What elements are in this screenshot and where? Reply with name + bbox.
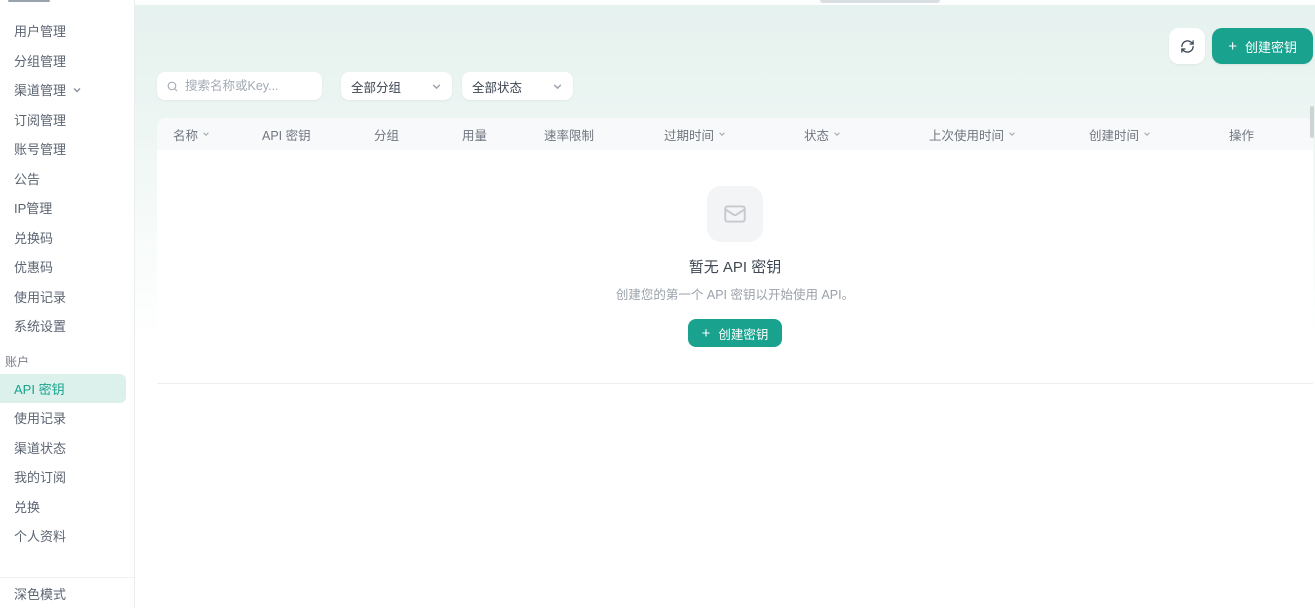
table-empty-state: 暂无 API 密钥 创建您的第一个 API 密钥以开始使用 API。 + 创建密… bbox=[157, 150, 1313, 384]
sidebar-item-label: 用户管理 bbox=[14, 21, 66, 40]
vertical-scrollbar-thumb[interactable] bbox=[1310, 106, 1314, 138]
empty-state-title: 暂无 API 密钥 bbox=[689, 256, 782, 277]
sidebar-item-api-keys[interactable]: API 密钥 bbox=[0, 374, 126, 404]
sidebar-item-label: 账号管理 bbox=[14, 139, 66, 158]
column-label: 速率限制 bbox=[544, 125, 594, 144]
column-label: 过期时间 bbox=[664, 125, 714, 144]
sidebar-item-redeem[interactable]: 兑换 bbox=[0, 492, 134, 522]
sidebar-item-system-settings[interactable]: 系统设置 bbox=[0, 311, 134, 341]
column-label: 用量 bbox=[462, 125, 487, 144]
column-header-actions: 操作 bbox=[1229, 125, 1313, 144]
sidebar-item-label: API 密钥 bbox=[14, 379, 65, 398]
refresh-button[interactable] bbox=[1169, 28, 1205, 64]
sidebar-item-profile[interactable]: 个人资料 bbox=[0, 521, 134, 551]
column-header-last-used[interactable]: 上次使用时间 bbox=[929, 125, 1089, 144]
search-box bbox=[157, 72, 322, 100]
sidebar-item-my-subscriptions[interactable]: 我的订阅 bbox=[0, 462, 134, 492]
sidebar-item-usage-log[interactable]: 使用记录 bbox=[0, 403, 134, 433]
main-top-strip bbox=[135, 0, 1315, 5]
dark-mode-toggle[interactable]: 深色模式 bbox=[0, 578, 134, 608]
column-header-api-key: API 密钥 bbox=[262, 125, 374, 144]
create-key-label: 创建密钥 bbox=[718, 324, 768, 343]
column-label: 操作 bbox=[1229, 125, 1254, 144]
sidebar-top-cut-element bbox=[8, 0, 50, 2]
column-header-group: 分组 bbox=[374, 125, 462, 144]
sidebar-item-ip-management[interactable]: IP管理 bbox=[0, 193, 134, 223]
group-filter-value: 全部分组 bbox=[351, 77, 401, 96]
sidebar-item-label: 系统设置 bbox=[14, 316, 66, 335]
sidebar-item-label: 公告 bbox=[14, 169, 40, 188]
sidebar-item-label: IP管理 bbox=[14, 198, 52, 217]
filter-bar: 全部分组 全部状态 bbox=[157, 72, 1313, 100]
sidebar-nav: 用户管理 分组管理 渠道管理 订阅管理 账号管理 公告 IP管理 兑换码 优惠码… bbox=[0, 0, 134, 551]
column-label: 状态 bbox=[804, 125, 829, 144]
sort-chevron-icon bbox=[1008, 130, 1016, 138]
search-icon bbox=[166, 80, 179, 93]
column-header-rate-limit: 速率限制 bbox=[544, 125, 664, 144]
sidebar-item-label: 渠道管理 bbox=[14, 80, 66, 99]
column-header-usage: 用量 bbox=[462, 125, 544, 144]
group-filter-select[interactable]: 全部分组 bbox=[341, 72, 452, 100]
table-header-row: 名称 API 密钥 分组 用量 速率限制 过期时间 状态 上次使用时间 bbox=[157, 118, 1313, 150]
top-cut-element bbox=[820, 0, 940, 3]
column-label: 创建时间 bbox=[1089, 125, 1139, 144]
api-keys-table: 名称 API 密钥 分组 用量 速率限制 过期时间 状态 上次使用时间 bbox=[157, 118, 1313, 384]
sidebar-item-channel-status[interactable]: 渠道状态 bbox=[0, 433, 134, 463]
dark-mode-label: 深色模式 bbox=[14, 584, 66, 603]
chevron-down-icon bbox=[431, 81, 442, 92]
sort-chevron-icon bbox=[718, 130, 726, 138]
column-header-status[interactable]: 状态 bbox=[804, 125, 929, 144]
main-content: + 创建密钥 全部分组 全部状态 名称 bbox=[135, 0, 1315, 608]
create-key-label: 创建密钥 bbox=[1245, 37, 1297, 56]
sidebar: 用户管理 分组管理 渠道管理 订阅管理 账号管理 公告 IP管理 兑换码 优惠码… bbox=[0, 0, 135, 608]
sidebar-item-label: 优惠码 bbox=[14, 257, 53, 276]
empty-state-create-key-button[interactable]: + 创建密钥 bbox=[688, 319, 783, 347]
sidebar-item-usage-log-admin[interactable]: 使用记录 bbox=[0, 282, 134, 312]
sidebar-item-announcement[interactable]: 公告 bbox=[0, 164, 134, 194]
search-input[interactable] bbox=[185, 79, 313, 93]
sidebar-item-label: 订阅管理 bbox=[14, 110, 66, 129]
create-key-button[interactable]: + 创建密钥 bbox=[1212, 28, 1313, 64]
column-header-expiry[interactable]: 过期时间 bbox=[664, 125, 804, 144]
chevron-down-icon bbox=[552, 81, 563, 92]
plus-icon: + bbox=[702, 326, 711, 341]
sidebar-item-channel-management[interactable]: 渠道管理 bbox=[0, 75, 134, 105]
refresh-icon bbox=[1180, 39, 1195, 54]
sort-chevron-icon bbox=[1143, 130, 1151, 138]
mail-icon bbox=[722, 201, 748, 227]
chevron-down-icon bbox=[72, 85, 82, 95]
sidebar-item-label: 渠道状态 bbox=[14, 438, 66, 457]
sidebar-item-subscription-management[interactable]: 订阅管理 bbox=[0, 105, 134, 135]
sidebar-item-user-management[interactable]: 用户管理 bbox=[0, 16, 134, 46]
plus-icon: + bbox=[1228, 39, 1237, 54]
column-header-created[interactable]: 创建时间 bbox=[1089, 125, 1229, 144]
app-root: 用户管理 分组管理 渠道管理 订阅管理 账号管理 公告 IP管理 兑换码 优惠码… bbox=[0, 0, 1315, 608]
status-filter-value: 全部状态 bbox=[472, 77, 522, 96]
sidebar-section-account: 账户 bbox=[0, 353, 134, 370]
sidebar-item-label: 兑换码 bbox=[14, 228, 53, 247]
column-header-name[interactable]: 名称 bbox=[157, 125, 262, 144]
sidebar-item-label: 使用记录 bbox=[14, 287, 66, 306]
sidebar-footer: 深色模式 bbox=[0, 577, 134, 608]
sidebar-item-label: 使用记录 bbox=[14, 408, 66, 427]
empty-state-icon-box bbox=[707, 186, 763, 242]
column-label: API 密钥 bbox=[262, 125, 311, 144]
sort-chevron-icon bbox=[202, 130, 210, 138]
sidebar-item-coupon-code[interactable]: 优惠码 bbox=[0, 252, 134, 282]
sidebar-item-label: 我的订阅 bbox=[14, 467, 66, 486]
sort-chevron-icon bbox=[833, 130, 841, 138]
empty-state-subtitle: 创建您的第一个 API 密钥以开始使用 API。 bbox=[616, 284, 854, 303]
column-label: 名称 bbox=[173, 125, 198, 144]
sidebar-item-group-management[interactable]: 分组管理 bbox=[0, 46, 134, 76]
sidebar-item-label: 个人资料 bbox=[14, 526, 66, 545]
sidebar-item-account-management[interactable]: 账号管理 bbox=[0, 134, 134, 164]
column-label: 上次使用时间 bbox=[929, 125, 1004, 144]
status-filter-select[interactable]: 全部状态 bbox=[462, 72, 573, 100]
sidebar-item-label: 兑换 bbox=[14, 497, 40, 516]
sidebar-item-redemption-code[interactable]: 兑换码 bbox=[0, 223, 134, 253]
toolbar: + 创建密钥 bbox=[157, 28, 1313, 64]
sidebar-item-label: 分组管理 bbox=[14, 51, 66, 70]
column-label: 分组 bbox=[374, 125, 399, 144]
